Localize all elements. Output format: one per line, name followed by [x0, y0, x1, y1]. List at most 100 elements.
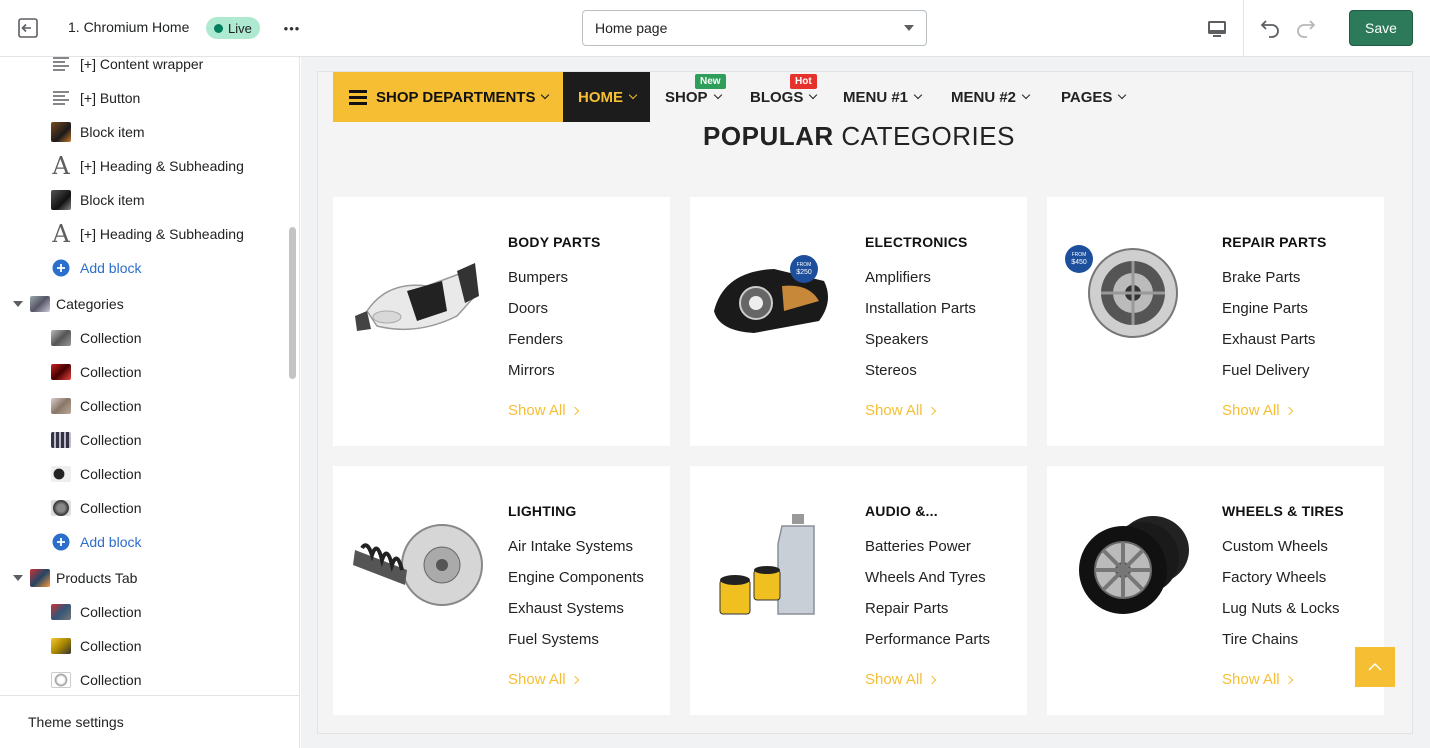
nav-item-menu-2[interactable]: MENU #2 — [951, 72, 1031, 122]
show-all-link[interactable]: Show All — [1222, 671, 1293, 688]
sidebar-item-label: Collection — [80, 398, 142, 414]
category-title[interactable]: LIGHTING — [508, 503, 576, 519]
show-all-link[interactable]: Show All — [1222, 402, 1293, 419]
chevron-down-icon — [541, 90, 550, 100]
category-link[interactable]: Bumpers — [508, 269, 568, 286]
category-title[interactable]: ELECTRONICS — [865, 234, 968, 250]
category-link[interactable]: Air Intake Systems — [508, 538, 633, 555]
block-collection[interactable]: Collection — [0, 321, 286, 355]
block-heading-subheading[interactable]: A [+] Heading & Subheading — [0, 217, 286, 251]
category-link[interactable]: Installation Parts — [865, 300, 976, 317]
exit-button[interactable] — [14, 14, 42, 42]
category-card: WHEELS & TIRES Custom Wheels Factory Whe… — [1047, 466, 1384, 715]
more-actions-button[interactable]: ••• — [280, 17, 304, 39]
page-selector[interactable]: Home page — [582, 10, 927, 46]
category-link[interactable]: Brake Parts — [1222, 269, 1300, 286]
nav-menu1-label: MENU #1 — [843, 88, 909, 106]
category-title[interactable]: AUDIO &... — [865, 503, 938, 519]
show-all-link[interactable]: Show All — [508, 671, 579, 688]
chevron-down-icon — [13, 575, 23, 581]
sidebar-scrollbar-thumb[interactable] — [289, 227, 296, 379]
category-link[interactable]: Speakers — [865, 331, 928, 348]
lighting-brake-image[interactable] — [347, 510, 487, 620]
back-to-top-button[interactable] — [1355, 647, 1395, 687]
nav-shop-label: SHOP — [665, 88, 708, 106]
block-heading-subheading[interactable]: A [+] Heading & Subheading — [0, 149, 286, 183]
sidebar-item-label: [+] Button — [80, 90, 141, 106]
wheels-tires-image[interactable] — [1061, 510, 1201, 620]
show-all-link[interactable]: Show All — [865, 402, 936, 419]
add-block-button[interactable]: Add block — [0, 525, 286, 559]
category-link[interactable]: Fuel Delivery — [1222, 362, 1310, 379]
chevron-down-icon — [628, 90, 638, 100]
show-all-label: Show All — [508, 402, 566, 419]
category-link[interactable]: Stereos — [865, 362, 917, 379]
category-link[interactable]: Repair Parts — [865, 600, 948, 617]
lines-icon — [51, 57, 71, 74]
image-thumb-icon — [51, 670, 71, 690]
block-collection[interactable]: Collection — [0, 389, 286, 423]
category-link[interactable]: Doors — [508, 300, 548, 317]
block-item[interactable]: Block item — [0, 115, 286, 149]
category-link[interactable]: Tire Chains — [1222, 631, 1298, 648]
redo-button[interactable] — [1294, 16, 1318, 40]
show-all-link[interactable]: Show All — [508, 402, 579, 419]
live-status-badge: Live — [206, 17, 260, 39]
category-link[interactable]: Fuel Systems — [508, 631, 599, 648]
svg-text:FROM: FROM — [1072, 252, 1087, 258]
block-collection[interactable]: Collection — [0, 457, 286, 491]
category-link[interactable]: Factory Wheels — [1222, 569, 1326, 586]
show-all-label: Show All — [865, 671, 923, 688]
category-link[interactable]: Performance Parts — [865, 631, 990, 648]
body-parts-image[interactable] — [347, 241, 487, 351]
block-item[interactable]: Block item — [0, 183, 286, 217]
category-link[interactable]: Mirrors — [508, 362, 555, 379]
chevron-down-icon — [904, 25, 914, 31]
category-link[interactable]: Engine Parts — [1222, 300, 1308, 317]
chevron-right-icon — [570, 406, 579, 415]
nav-item-menu-1[interactable]: MENU #1 — [843, 72, 923, 122]
title-rest: CATEGORIES — [833, 121, 1015, 151]
category-link[interactable]: Engine Components — [508, 569, 644, 586]
category-link[interactable]: Lug Nuts & Locks — [1222, 600, 1340, 617]
desktop-preview-button[interactable] — [1204, 16, 1230, 42]
block-button[interactable]: [+] Button — [0, 81, 286, 115]
category-link[interactable]: Wheels And Tyres — [865, 569, 986, 586]
block-content-wrapper[interactable]: [+] Content wrapper — [0, 57, 286, 81]
image-thumb-icon — [51, 362, 71, 382]
category-link[interactable]: Amplifiers — [865, 269, 931, 286]
block-collection[interactable]: Collection — [0, 355, 286, 389]
undo-button[interactable] — [1258, 16, 1282, 40]
section-categories[interactable]: Categories — [0, 287, 286, 321]
storefront-frame: SHOP DEPARTMENTS HOME SHOP New BLOGS Hot… — [317, 71, 1413, 734]
block-collection[interactable]: Collection — [0, 423, 286, 457]
chevron-down-icon — [913, 90, 923, 100]
repair-parts-alternator-image[interactable]: FROM $450 — [1061, 241, 1201, 351]
category-title[interactable]: WHEELS & TIRES — [1222, 503, 1344, 519]
audio-oil-filter-image[interactable] — [704, 510, 844, 620]
sidebar-item-label: [+] Heading & Subheading — [80, 226, 244, 242]
nav-item-home[interactable]: HOME — [563, 72, 650, 122]
block-collection[interactable]: Collection — [0, 491, 286, 525]
block-collection[interactable]: Collection — [0, 629, 286, 663]
category-link[interactable]: Exhaust Systems — [508, 600, 624, 617]
category-title[interactable]: BODY PARTS — [508, 234, 601, 250]
category-link[interactable]: Batteries Power — [865, 538, 971, 555]
add-block-button[interactable]: Add block — [0, 251, 286, 285]
sidebar-item-label: Products Tab — [56, 570, 138, 586]
section-products-tab[interactable]: Products Tab — [0, 561, 286, 595]
block-collection[interactable]: Collection — [0, 663, 286, 695]
heading-icon: A — [52, 152, 70, 180]
category-link[interactable]: Custom Wheels — [1222, 538, 1328, 555]
block-collection[interactable]: Collection — [0, 595, 286, 629]
show-all-link[interactable]: Show All — [865, 671, 936, 688]
category-link[interactable]: Fenders — [508, 331, 563, 348]
category-link[interactable]: Exhaust Parts — [1222, 331, 1315, 348]
shop-departments-menu[interactable]: SHOP DEPARTMENTS — [333, 72, 563, 122]
theme-settings-button[interactable]: Theme settings — [0, 695, 300, 748]
category-title[interactable]: REPAIR PARTS — [1222, 234, 1327, 250]
svg-text:FROM: FROM — [797, 262, 812, 268]
save-button[interactable]: Save — [1349, 10, 1413, 46]
nav-item-pages[interactable]: PAGES — [1061, 72, 1127, 122]
electronics-headlight-image[interactable]: FROM $250 — [704, 241, 844, 351]
